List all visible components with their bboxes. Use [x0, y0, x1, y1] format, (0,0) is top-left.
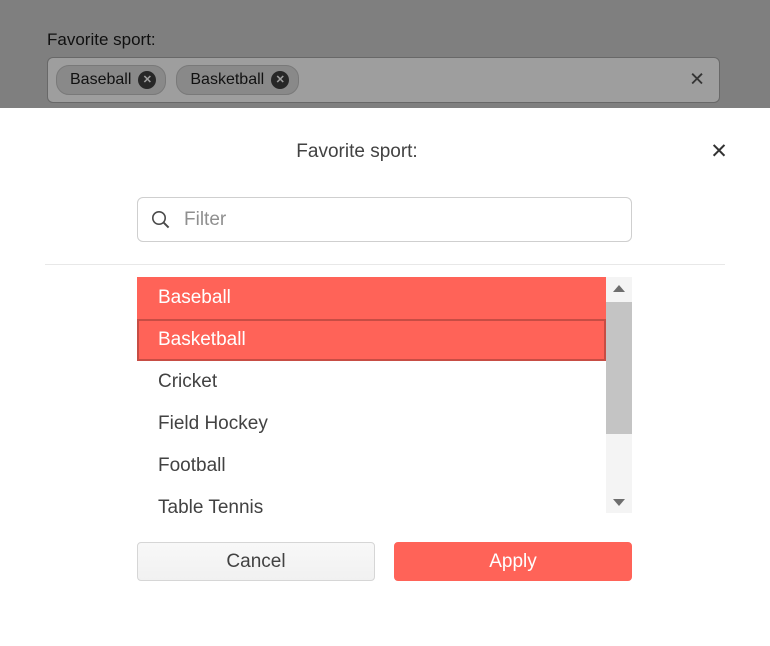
option-list: Baseball Basketball Cricket Field Hockey [137, 277, 632, 513]
action-sheet: Favorite sport: ✕ Baseball Basketball [0, 108, 770, 646]
scrollbar-thumb[interactable] [606, 302, 632, 434]
cancel-button[interactable]: Cancel [137, 542, 375, 581]
divider [45, 264, 725, 265]
list-item-label: Table Tennis [158, 497, 264, 513]
list-item-label: Field Hockey [158, 413, 268, 434]
search-icon [152, 211, 170, 229]
list-item-label: Football [158, 455, 226, 476]
list-item[interactable]: Table Tennis [137, 487, 606, 513]
filter-input[interactable] [182, 199, 627, 240]
scroll-down-icon[interactable] [606, 491, 632, 513]
button-row: Cancel Apply [137, 542, 632, 581]
list-item-label: Cricket [158, 371, 218, 392]
screen: Favorite sport: Baseball ✕ Basketball ✕ … [0, 0, 770, 646]
sheet-title: Favorite sport: [296, 141, 418, 162]
list-item-label: Baseball [158, 287, 231, 308]
list-item[interactable]: Cricket [137, 361, 606, 403]
list-item[interactable]: Baseball [137, 277, 606, 319]
list-item[interactable]: Field Hockey [137, 403, 606, 445]
list-item[interactable]: Football [137, 445, 606, 487]
filter-field [137, 197, 632, 242]
apply-button[interactable]: Apply [394, 542, 632, 581]
close-icon[interactable]: ✕ [706, 139, 732, 165]
scrollbar[interactable] [606, 277, 632, 513]
option-items: Baseball Basketball Cricket Field Hockey [137, 277, 606, 513]
list-item[interactable]: Basketball [137, 319, 606, 361]
scroll-up-icon[interactable] [606, 277, 632, 299]
list-item-label: Basketball [158, 329, 246, 350]
